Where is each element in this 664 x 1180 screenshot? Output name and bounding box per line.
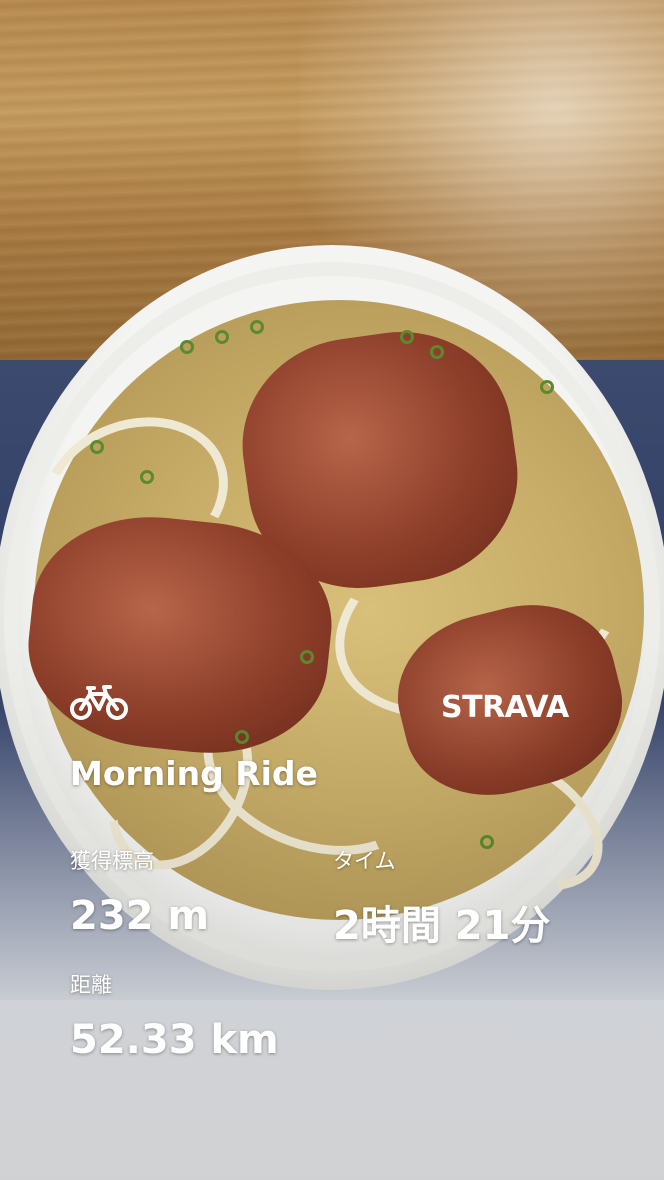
distance-value: 52.33 km [70, 1017, 279, 1063]
elevation-label: 獲得標高 [70, 849, 154, 873]
elevation-value: 232 m [70, 893, 210, 939]
bicycle-icon [70, 685, 128, 720]
strava-logo: STRAVA [441, 690, 571, 722]
stats-overlay: STRAVA Morning Ride 獲得標高 232 m タイム 2時間 2… [0, 0, 664, 1180]
activity-title: Morning Ride [70, 754, 318, 793]
strava-wordmark: STRAVA [441, 690, 570, 722]
share-card: STRAVA Morning Ride 獲得標高 232 m タイム 2時間 2… [0, 0, 664, 1180]
time-label: タイム [333, 849, 396, 873]
distance-label: 距離 [70, 973, 112, 997]
time-value: 2時間 21分 [333, 903, 551, 949]
